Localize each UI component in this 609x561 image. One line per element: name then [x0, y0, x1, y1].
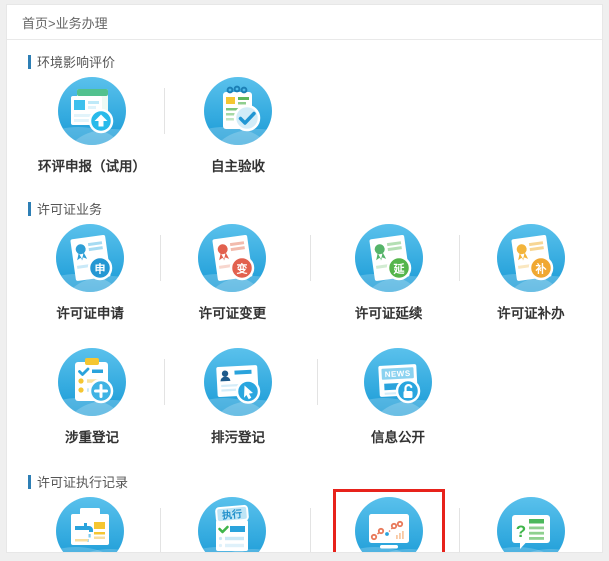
svg-text:变: 变	[237, 262, 248, 276]
menu-item-info-disclosure[interactable]: NEWS 信息公开	[325, 346, 471, 446]
section-header: 许可证执行记录	[28, 472, 602, 491]
icon-row: 环评申报（试用）	[7, 75, 602, 175]
ledger-record-icon[interactable]	[54, 495, 126, 553]
menu-item-license-renew[interactable]: 延 许可证延续	[318, 222, 460, 322]
menu-item-heavy-metal-register[interactable]: 涉重登记	[19, 346, 165, 446]
section-bar-icon	[28, 55, 31, 69]
discharge-register-icon[interactable]	[202, 346, 274, 418]
icon-row: 台账记录 执行	[7, 495, 602, 553]
svg-text:NEWS: NEWS	[384, 369, 411, 379]
menu-item-label: 涉重登记	[65, 426, 119, 446]
section-header: 环境影响评价	[28, 52, 602, 71]
execution-report-icon[interactable]: 执行	[196, 495, 268, 553]
license-reissue-icon[interactable]: 补	[495, 222, 567, 294]
menu-item-eia-declare[interactable]: 环评申报（试用）	[19, 75, 165, 175]
menu-item-execution-report[interactable]: 执行 执行报告	[161, 495, 303, 553]
section-bar-icon	[28, 202, 31, 216]
svg-text:补: 补	[534, 262, 546, 276]
svg-text:?: ?	[516, 522, 526, 541]
content-panel: 首页>业务办理 环境影响评价	[6, 4, 603, 553]
section-title: 许可证执行记录	[37, 472, 128, 491]
section-title: 环境影响评价	[37, 52, 115, 71]
section-execution-records: 许可证执行记录 台账记录	[7, 472, 602, 553]
menu-item-label: 许可证变更	[199, 302, 267, 322]
acceptance-check-icon[interactable]	[202, 75, 274, 147]
menu-item-label: 许可证补办	[497, 302, 565, 322]
menu-item-license-apply[interactable]: 申 许可证申请	[19, 222, 161, 322]
info-disclosure-icon[interactable]: NEWS	[362, 346, 434, 418]
icon-row: 涉重登记	[7, 346, 602, 446]
heavy-metal-register-icon[interactable]	[56, 346, 128, 418]
breadcrumb[interactable]: 首页>业务办理	[7, 5, 602, 40]
page: 首页>业务办理 环境影响评价	[0, 0, 609, 561]
section-header: 许可证业务	[28, 199, 602, 218]
svg-text:申: 申	[95, 262, 106, 276]
menu-item-self-acceptance[interactable]: 自主验收	[165, 75, 311, 175]
license-apply-icon[interactable]: 申	[54, 222, 126, 294]
section-license: 许可证业务	[7, 199, 602, 446]
section-eia: 环境影响评价 环评申报（试	[7, 52, 602, 175]
menu-item-label: 许可证申请	[56, 302, 124, 322]
section-bar-icon	[28, 475, 31, 489]
menu-item-label: 许可证延续	[355, 302, 423, 322]
section-title: 许可证业务	[37, 199, 102, 218]
icon-row: 申 许可证申请	[7, 222, 602, 322]
menu-item-label: 自主验收	[211, 155, 265, 175]
monitor-record-icon[interactable]	[353, 495, 425, 553]
menu-item-license-change[interactable]: 变 许可证变更	[161, 222, 303, 322]
menu-item-license-reissue[interactable]: 补 许可证补办	[460, 222, 602, 322]
menu-item-correction-rule[interactable]: ? 改正规定	[460, 495, 602, 553]
svg-text:延: 延	[392, 262, 405, 276]
upload-docs-icon[interactable]	[56, 75, 128, 147]
menu-item-label: 信息公开	[371, 426, 425, 446]
menu-item-label: 排污登记	[211, 426, 265, 446]
correction-rule-icon[interactable]: ?	[495, 495, 567, 553]
menu-item-monitor-record[interactable]: 监测记录	[318, 495, 460, 553]
menu-item-label: 环评申报（试用）	[38, 155, 146, 175]
menu-item-ledger-record[interactable]: 台账记录	[19, 495, 161, 553]
license-change-icon[interactable]: 变	[196, 222, 268, 294]
menu-item-discharge-register[interactable]: 排污登记	[165, 346, 311, 446]
license-renew-icon[interactable]: 延	[353, 222, 425, 294]
